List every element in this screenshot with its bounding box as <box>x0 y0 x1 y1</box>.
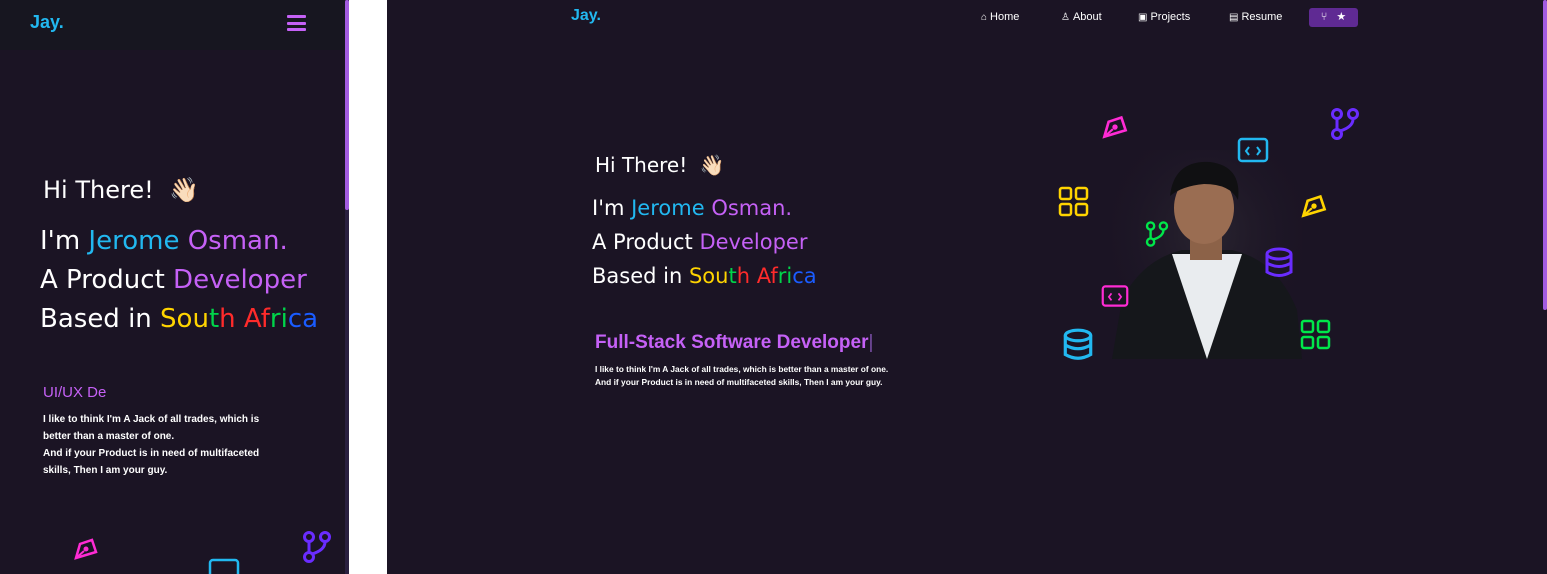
home-icon: ⌂ <box>981 12 988 23</box>
wave-icon: 👋🏻 <box>699 153 725 177</box>
hero-greeting: Hi There! 👋🏻 <box>595 153 725 177</box>
user-icon: ♙ <box>1061 12 1070 23</box>
desktop-scrollbar[interactable] <box>1543 0 1547 574</box>
bio-text: I like to think I'm A Jack of all trades… <box>43 414 260 476</box>
star-icon: ★ <box>1336 11 1347 23</box>
logo[interactable]: Jay. <box>30 12 64 33</box>
desktop-preview: Jay. ⌂ Home ♙ About ▣ Projects ▤ Resume ⑂ ★ … <box>387 0 1547 574</box>
database-icon <box>1063 328 1093 360</box>
database-icon <box>1265 247 1293 277</box>
nav-resume[interactable]: ▤ Resume <box>1229 11 1282 23</box>
mobile-preview: Jay. Hi There! 👋🏻 I'm Jerome Osman. A Pr… <box>0 0 347 574</box>
wave-icon: 👋🏻 <box>169 176 200 204</box>
pen-nib-icon <box>74 538 98 560</box>
grid-icon <box>1058 186 1089 217</box>
git-branch-icon <box>303 531 331 563</box>
mobile-scrollbar[interactable] <box>345 0 349 574</box>
code-window-icon <box>1237 137 1269 163</box>
grid-icon <box>1300 319 1331 350</box>
hero-role: A Product Developer <box>40 265 307 295</box>
desktop-scrollbar-thumb[interactable] <box>1543 0 1547 310</box>
nav-home[interactable]: ⌂ Home <box>981 11 1019 23</box>
git-fork-icon: ⑂ <box>1320 11 1328 23</box>
hero-location: Based in South Africa <box>40 304 319 334</box>
greeting-text: Hi There! <box>43 176 154 204</box>
mobile-navbar: Jay. <box>0 0 347 50</box>
nav-about[interactable]: ♙ About <box>1061 11 1102 23</box>
code-window-icon <box>208 558 240 574</box>
git-branch-icon <box>1331 108 1359 140</box>
greeting-text: Hi There! <box>595 153 688 177</box>
pen-nib-icon <box>1102 115 1128 139</box>
hero-intro: I'm Jerome Osman. <box>592 196 793 220</box>
hero-intro: I'm Jerome Osman. <box>40 226 288 256</box>
projects-icon: ▣ <box>1138 12 1148 23</box>
typed-role-text: Full-Stack Software Developer| <box>595 332 874 353</box>
github-star-button[interactable]: ⑂ ★ <box>1309 8 1358 27</box>
hero-role: A Product Developer <box>592 230 808 254</box>
mobile-scrollbar-thumb[interactable] <box>345 0 349 210</box>
code-window-icon <box>1101 285 1129 307</box>
logo[interactable]: Jay. <box>571 7 601 25</box>
hero-location: Based in South Africa <box>592 264 817 288</box>
pen-nib-icon <box>1301 194 1327 218</box>
nav-projects[interactable]: ▣ Projects <box>1138 11 1190 23</box>
hamburger-menu-icon[interactable] <box>287 15 306 31</box>
typed-role-text: UI/UX De <box>43 384 107 401</box>
git-branch-icon <box>1145 221 1169 247</box>
document-icon: ▤ <box>1229 12 1239 23</box>
bio-text: I like to think I'm A Jack of all trades… <box>595 364 889 387</box>
hero-greeting: Hi There! 👋🏻 <box>43 176 199 204</box>
